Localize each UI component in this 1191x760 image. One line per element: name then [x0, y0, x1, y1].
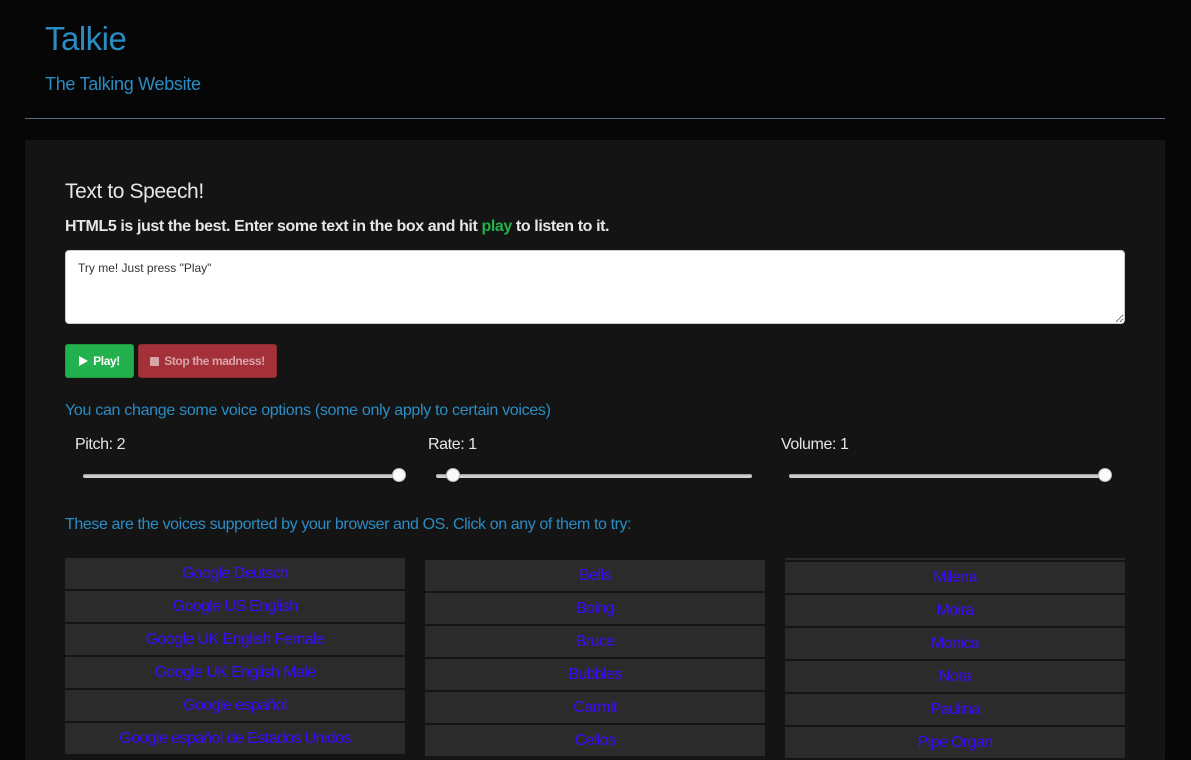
play-icon	[79, 356, 89, 366]
voice-options-label: You can change some voice options (some …	[65, 402, 551, 419]
play-button[interactable]: Play!	[65, 344, 134, 378]
voice-item[interactable]: Moira	[785, 595, 1125, 626]
intro-play-word: play	[481, 218, 512, 235]
voice-item[interactable]: Nora	[785, 661, 1125, 692]
intro-text: HTML5 is just the best. Enter some text …	[65, 218, 609, 236]
tts-panel: Text to Speech! HTML5 is just the best. …	[25, 140, 1165, 760]
voice-list-column-3: Milena Moira Monica Nora Paulina Pipe Or…	[785, 558, 1125, 760]
voice-list-column-2: Bells Boing Bruce Bubbles Carmit Cellos	[425, 560, 765, 758]
site-title: Talkie	[45, 20, 127, 57]
intro-text-before: HTML5 is just the best. Enter some text …	[65, 218, 482, 235]
voice-item[interactable]: Google UK English Female	[65, 624, 405, 655]
rate-slider-thumb[interactable]	[445, 468, 460, 482]
voice-item[interactable]: Google UK English Male	[65, 657, 405, 688]
site-subtitle: The Talking Website	[45, 74, 201, 94]
voice-item[interactable]: Bruce	[425, 626, 765, 657]
stop-button[interactable]: Stop the madness!	[138, 344, 277, 378]
voice-item[interactable]: Google Deutsch	[65, 558, 405, 589]
volume-label: Volume: 1	[781, 436, 849, 453]
voice-item[interactable]: Bubbles	[425, 659, 765, 690]
pitch-slider-thumb[interactable]	[392, 468, 406, 482]
voices-label: These are the voices supported by your b…	[65, 516, 632, 533]
voice-item[interactable]: Google español de Estados Unidos	[65, 723, 405, 754]
section-title: Text to Speech!	[65, 180, 204, 203]
voice-item[interactable]: Paulina	[785, 694, 1125, 725]
site-header: Talkie The Talking Website	[0, 0, 1191, 118]
intro-text-after: to listen to it.	[511, 218, 610, 235]
play-button-label: Play!	[93, 354, 120, 368]
voice-item[interactable]: Google español	[65, 690, 405, 721]
pitch-slider-group: Pitch: 2	[75, 436, 415, 486]
voice-item[interactable]: Boing	[425, 593, 765, 624]
pitch-label: Pitch: 2	[75, 436, 126, 453]
voice-list-column-1: Google Deutsch Google US English Google …	[65, 558, 405, 756]
header-divider	[25, 118, 1165, 119]
stop-icon	[150, 356, 160, 366]
volume-slider-group: Volume: 1	[781, 436, 1121, 486]
volume-slider-track[interactable]	[789, 474, 1105, 478]
voice-item[interactable]: Milena	[785, 562, 1125, 593]
speech-text-input[interactable]: Try me! Just press "Play"	[65, 250, 1125, 324]
rate-label: Rate: 1	[428, 436, 477, 453]
voice-item[interactable]: Cellos	[425, 725, 765, 756]
voice-item[interactable]: Carmit	[425, 692, 765, 723]
rate-slider-group: Rate: 1	[428, 436, 768, 486]
voice-item[interactable]: Monica	[785, 628, 1125, 659]
stop-button-label: Stop the madness!	[164, 354, 265, 368]
voice-item[interactable]: Google US English	[65, 591, 405, 622]
voice-item[interactable]: Pipe Organ	[785, 727, 1125, 758]
voice-list-divider	[785, 558, 1125, 560]
pitch-slider-track[interactable]	[83, 474, 399, 478]
volume-slider-thumb[interactable]	[1098, 468, 1112, 482]
rate-slider-track[interactable]	[436, 474, 752, 478]
voice-item[interactable]: Bells	[425, 560, 765, 591]
